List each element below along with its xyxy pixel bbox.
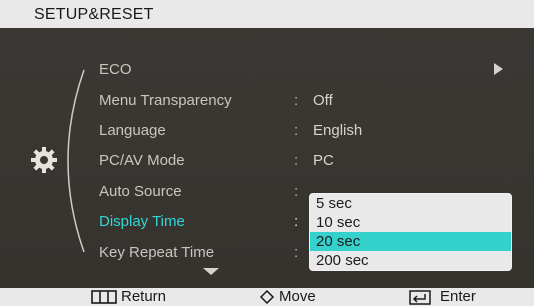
dropdown-option-5-sec[interactable]: 5 sec <box>310 194 511 213</box>
pc-av-mode-value: PC <box>313 152 334 169</box>
menu-item-eco[interactable]: ECO <box>99 61 132 78</box>
separator-colon: : <box>294 183 299 200</box>
display-time-dropdown[interactable]: 5 sec 10 sec 20 sec 200 sec <box>309 193 512 271</box>
osd-panel: SETUP&RESET ECO Menu Transparency : Off … <box>0 0 534 306</box>
menu-item-language[interactable]: Language <box>99 122 166 139</box>
menu-transparency-value: Off <box>313 92 333 109</box>
dropdown-option-20-sec[interactable]: 20 sec <box>310 232 511 251</box>
separator-colon: : <box>294 152 299 169</box>
menu-item-auto-source[interactable]: Auto Source <box>99 183 182 200</box>
title-bar: SETUP&RESET <box>0 0 534 28</box>
menu-item-pc-av-mode[interactable]: PC/AV Mode <box>99 152 185 169</box>
move-label[interactable]: Move <box>279 289 316 305</box>
language-value: English <box>313 122 363 139</box>
dropdown-option-200-sec[interactable]: 200 sec <box>310 251 511 270</box>
separator-colon: : <box>294 92 299 109</box>
separator-colon: : <box>294 213 299 230</box>
menu-title: SETUP&RESET <box>34 6 154 23</box>
return-icon <box>91 290 117 304</box>
menu-arc-decoration <box>67 69 85 253</box>
return-label[interactable]: Return <box>121 289 166 305</box>
menu-item-key-repeat-time[interactable]: Key Repeat Time <box>99 244 214 261</box>
menu-item-display-time[interactable]: Display Time <box>99 213 185 230</box>
menu-item-menu-transparency[interactable]: Menu Transparency <box>99 92 232 109</box>
move-icon <box>259 290 275 304</box>
separator-colon: : <box>294 244 299 261</box>
enter-label[interactable]: Enter <box>440 289 476 305</box>
right-triangle-icon <box>494 63 503 75</box>
gear-icon <box>31 147 57 173</box>
separator-colon: : <box>294 122 299 139</box>
dropdown-option-10-sec[interactable]: 10 sec <box>310 213 511 232</box>
enter-icon <box>409 290 431 305</box>
down-triangle-icon[interactable] <box>203 268 219 275</box>
footer-bar: Return Move Enter <box>0 288 534 306</box>
